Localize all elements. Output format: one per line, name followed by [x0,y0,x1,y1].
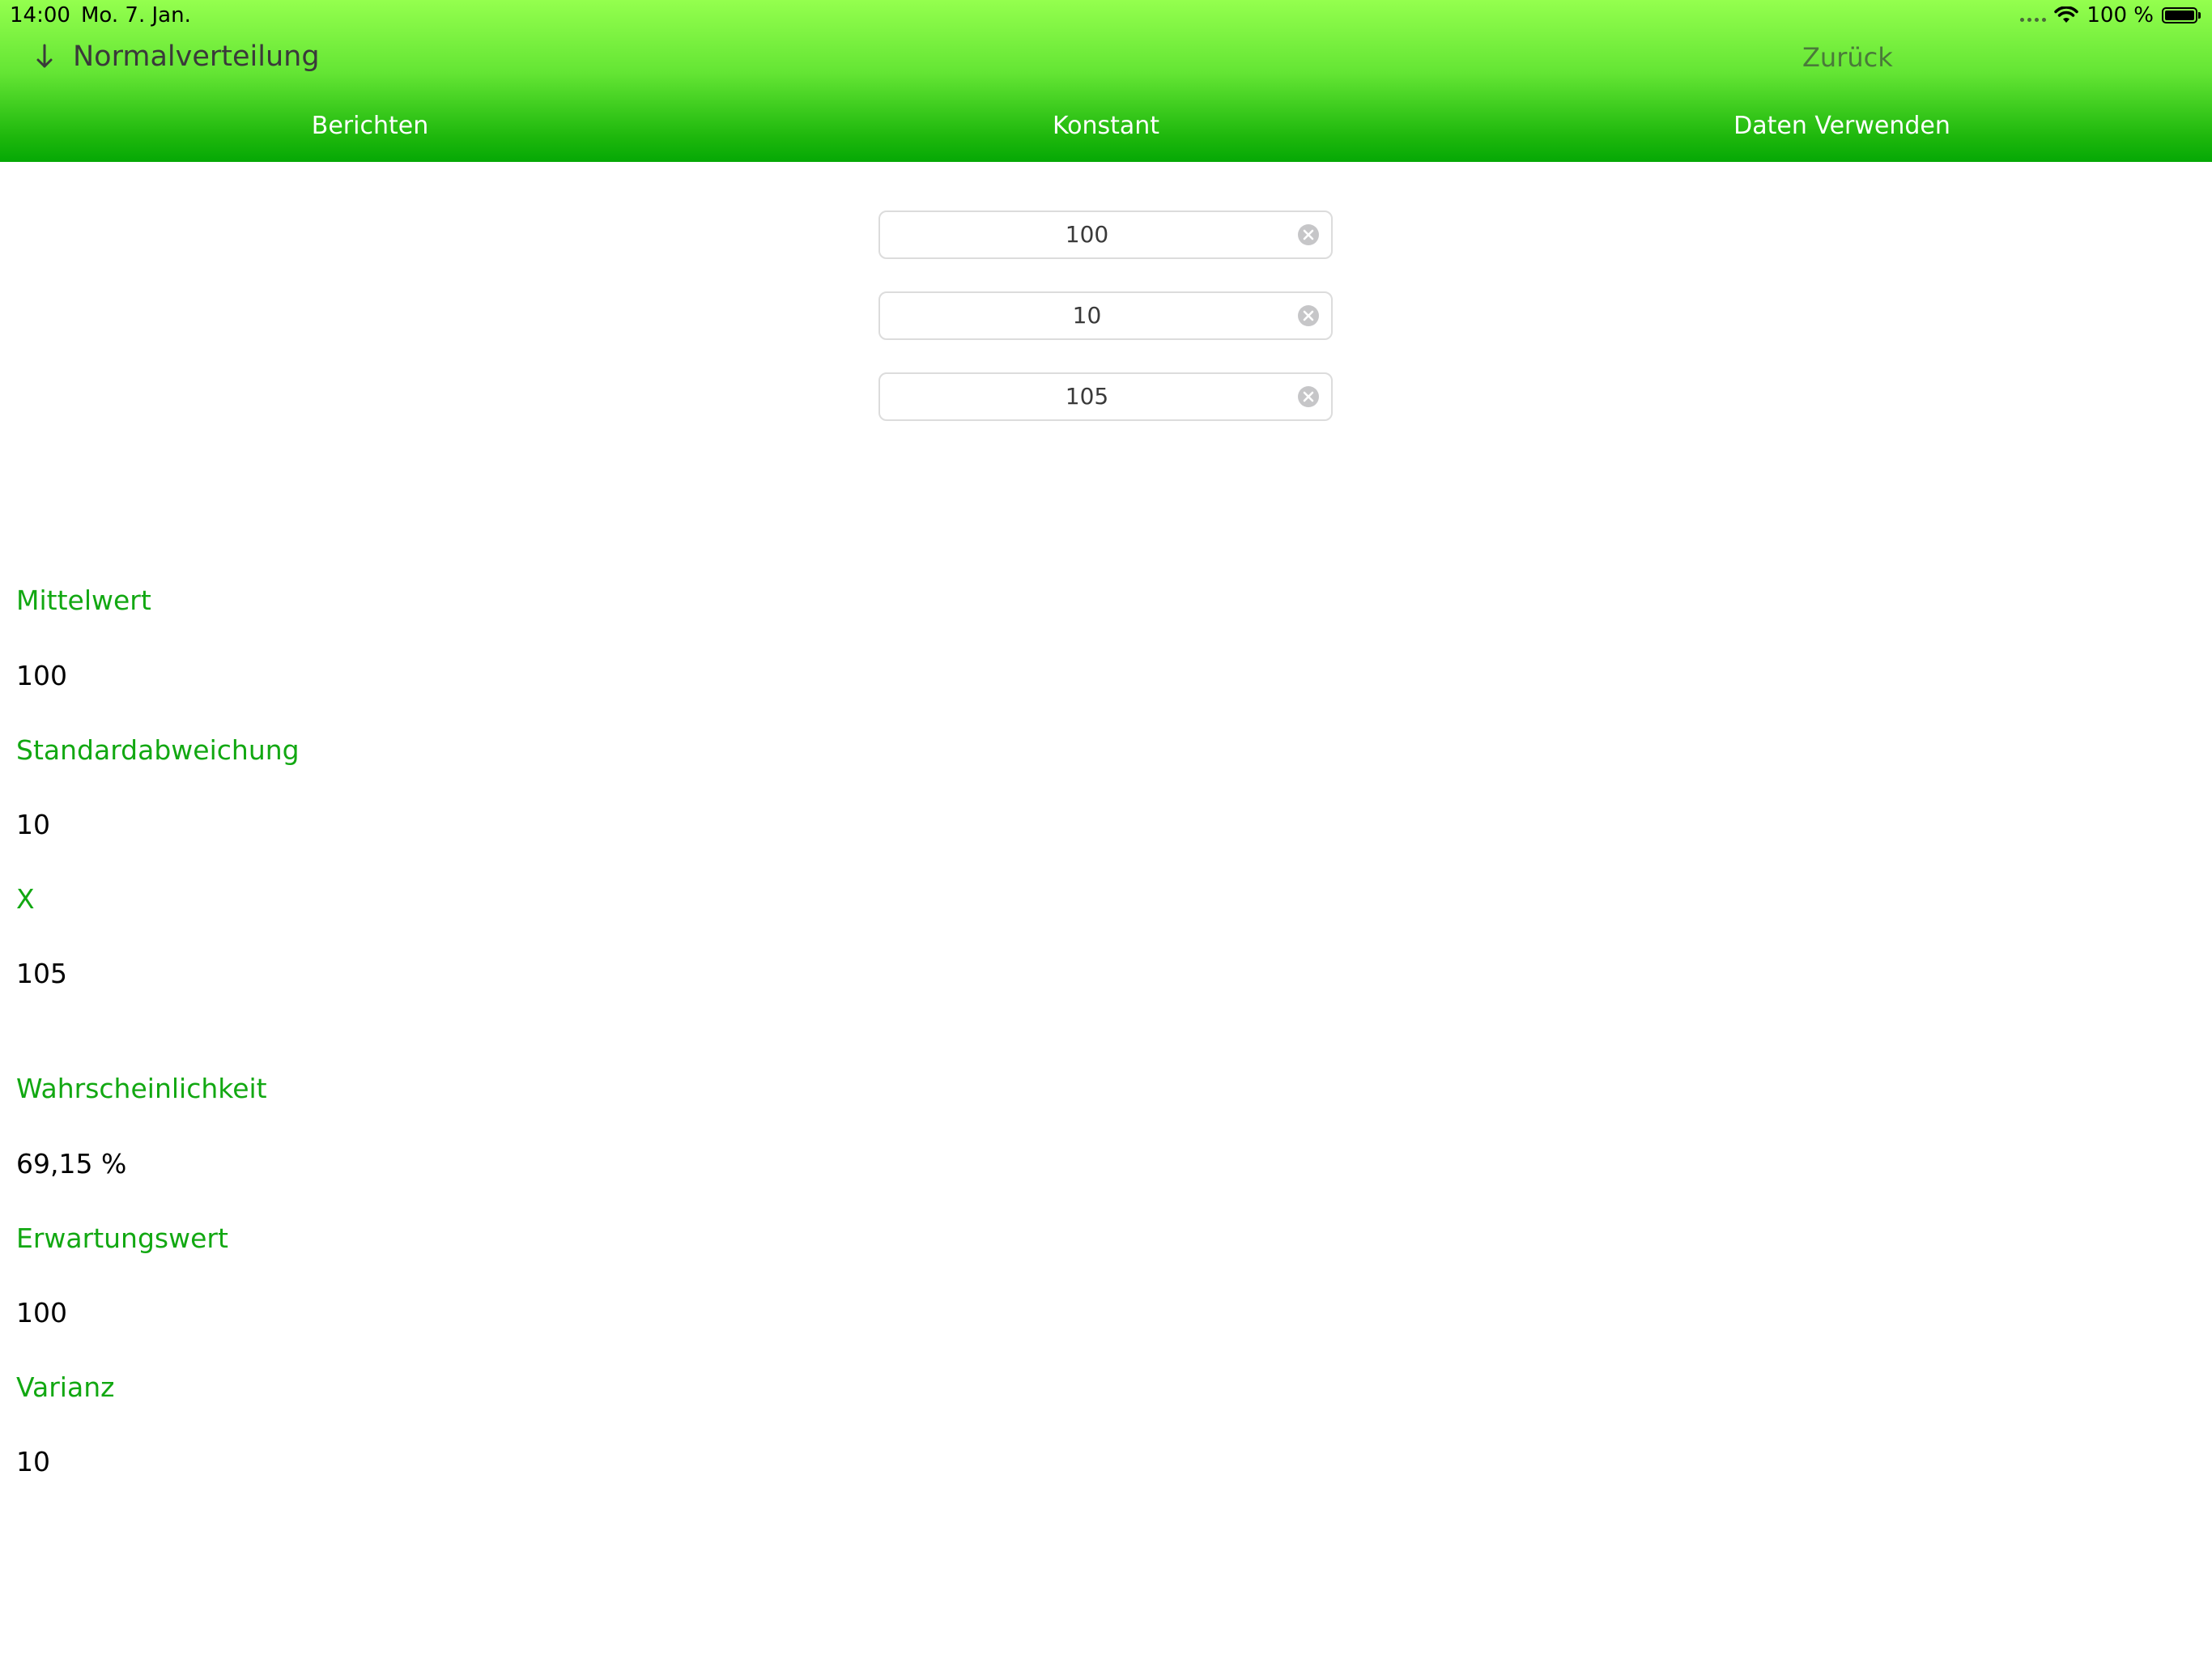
result-value-x: 105 [16,958,67,989]
result-label-x: X [16,883,35,915]
result-value-standardabweichung: 10 [16,809,50,840]
arrow-down-icon[interactable] [32,40,57,73]
clear-icon[interactable] [1297,223,1320,246]
clear-icon[interactable] [1297,385,1320,408]
status-date: Mo. 7. Jan. [81,3,191,28]
toolbar-konstant-button[interactable]: Konstant [1053,112,1159,140]
result-label-varianz: Varianz [16,1371,115,1403]
result-value-wahrscheinlichkeit: 69,15 % [16,1148,127,1180]
x-input[interactable]: 105 [878,372,1333,421]
signal-dots-icon [2020,17,2047,22]
app-header: 14:00 Mo. 7. Jan. 100 % Normalverteilung… [0,0,2212,162]
result-label-standardabweichung: Standardabweichung [16,734,300,766]
battery-icon [2162,7,2201,23]
nav-bar: Normalverteilung Zurück [0,32,2212,83]
result-value-erwartungswert: 100 [16,1297,67,1329]
toolbar-daten-verwenden-button[interactable]: Daten Verwenden [1733,112,1950,140]
stddev-input[interactable]: 10 [878,291,1333,340]
mean-input-value[interactable]: 100 [880,212,1294,257]
result-value-varianz: 10 [16,1446,50,1477]
status-right: 100 % [2020,3,2201,28]
result-value-mittelwert: 100 [16,660,67,691]
page-title: Normalverteilung [73,40,320,73]
result-label-mittelwert: Mittelwert [16,585,151,616]
status-time: 14:00 [10,3,70,28]
back-button[interactable]: Zurück [1802,42,1893,73]
clear-icon[interactable] [1297,304,1320,327]
result-label-erwartungswert: Erwartungswert [16,1222,228,1254]
result-label-wahrscheinlichkeit: Wahrscheinlichkeit [16,1073,267,1104]
mean-input[interactable]: 100 [878,210,1333,259]
stddev-input-value[interactable]: 10 [880,293,1294,338]
battery-percent: 100 % [2087,3,2154,28]
x-input-value[interactable]: 105 [880,374,1294,419]
toolbar: Berichten Konstant Daten Verwenden [0,112,2212,151]
toolbar-berichten-button[interactable]: Berichten [312,112,428,140]
input-group: 100 10 105 [878,210,1333,453]
wifi-icon [2054,6,2079,23]
status-bar: 14:00 Mo. 7. Jan. 100 % [0,0,2212,32]
